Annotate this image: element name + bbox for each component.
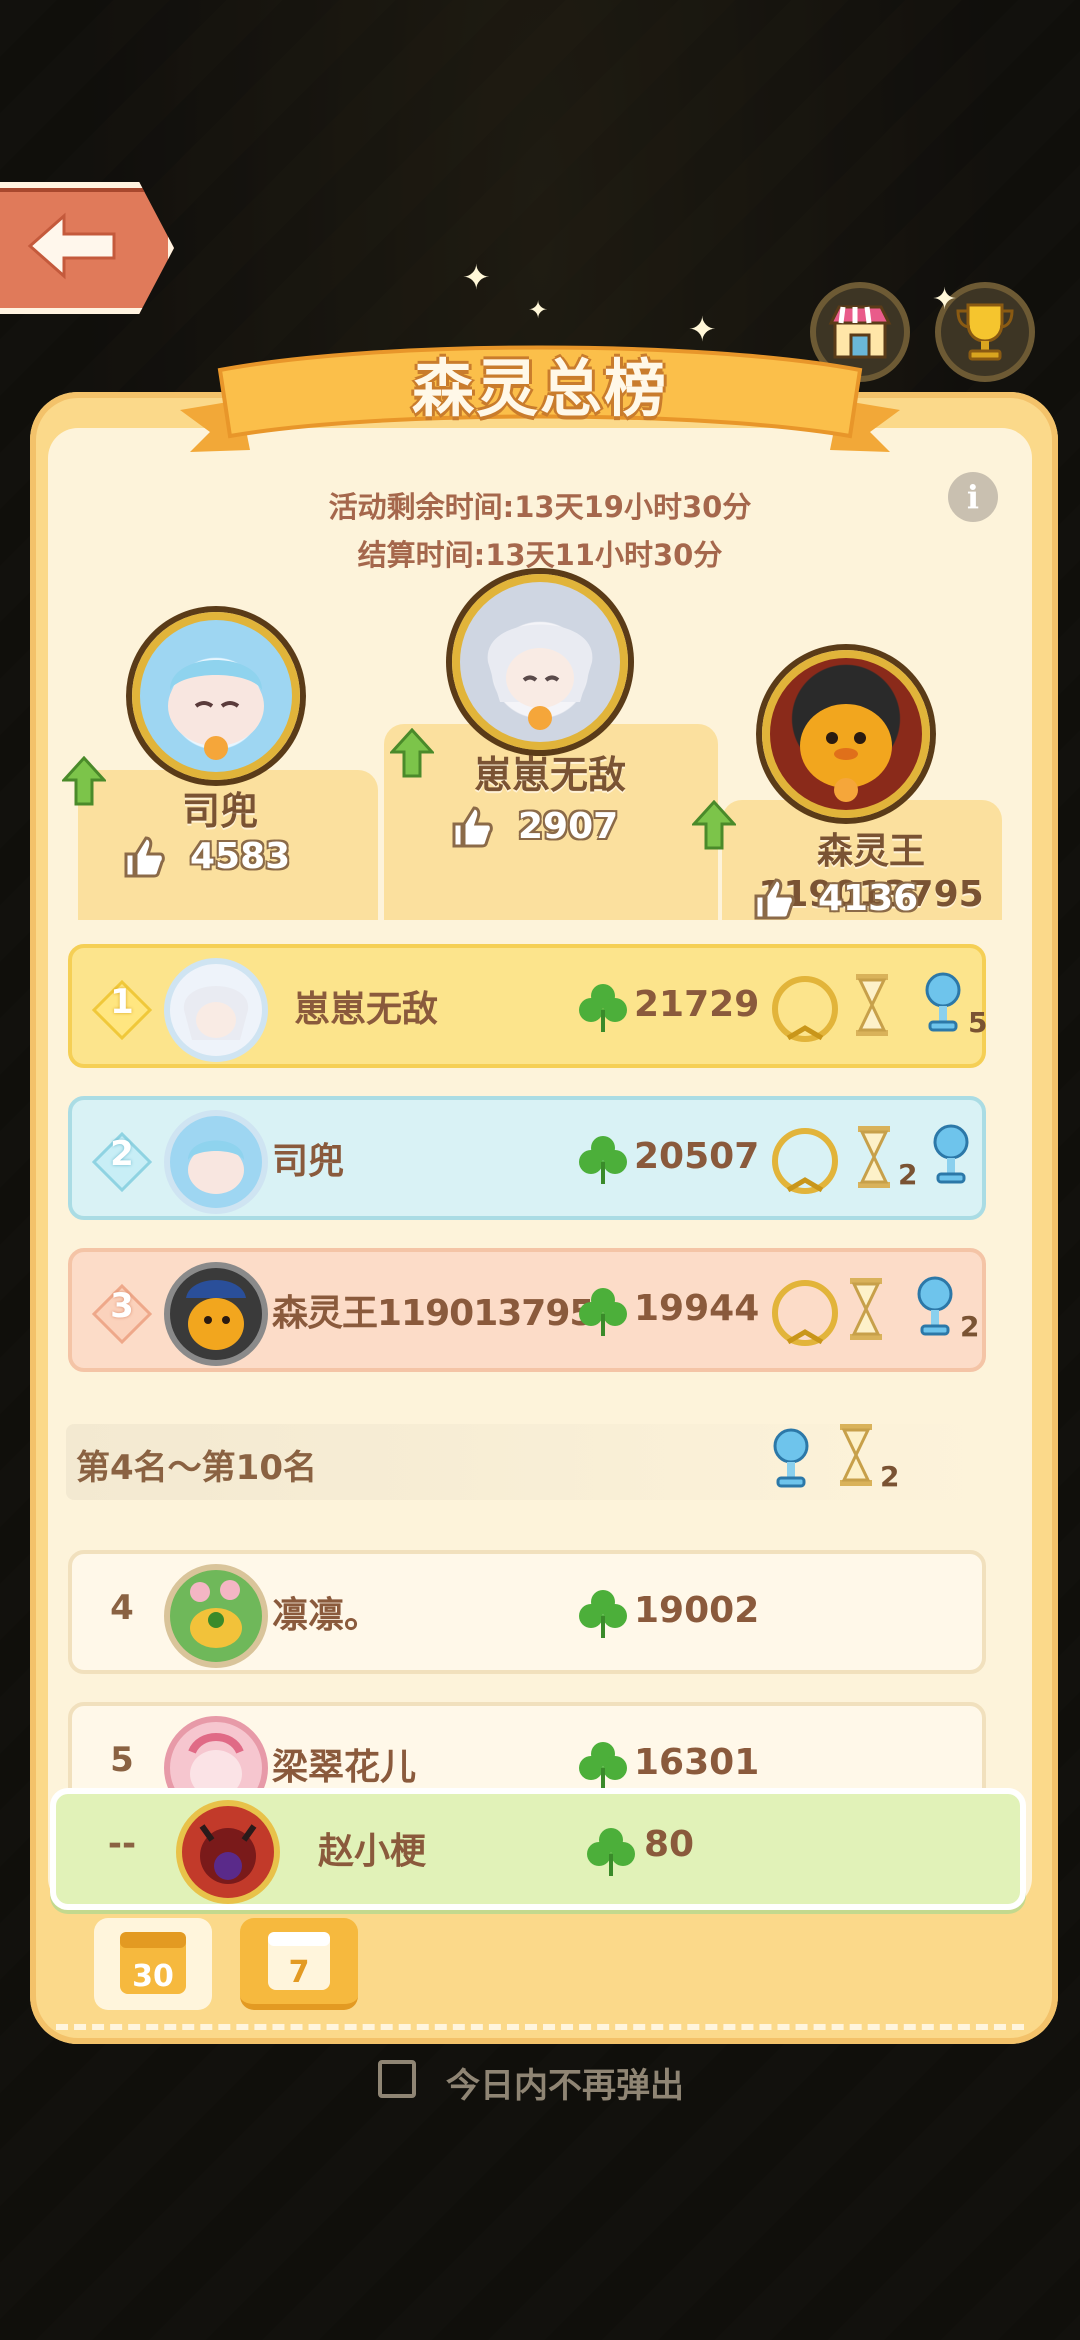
avatar-image bbox=[183, 986, 249, 1040]
remaining-time: 活动剩余时间:13天19小时30分 bbox=[328, 490, 752, 524]
clover-icon bbox=[579, 1742, 627, 1790]
rank-number: 5 bbox=[110, 1740, 134, 1780]
clover-icon bbox=[579, 1288, 627, 1336]
calendar-30-icon: 30 bbox=[120, 1932, 186, 1994]
cup-reward-icon bbox=[773, 1428, 809, 1488]
reward-count: 2 bbox=[880, 1460, 900, 1493]
avatar-image bbox=[186, 1280, 246, 1350]
cup-reward-icon bbox=[925, 972, 961, 1032]
like-icon[interactable] bbox=[120, 834, 166, 880]
player-name: 司兜 bbox=[272, 1141, 345, 1182]
score: 19002 bbox=[634, 1590, 760, 1631]
sparkle-icon: ✦ bbox=[462, 258, 491, 298]
avatar[interactable] bbox=[762, 650, 930, 818]
avatar-frame-reward-icon bbox=[772, 1128, 838, 1194]
tab-7-label: 7 bbox=[289, 1955, 310, 1990]
avatar-frame-reward-icon bbox=[772, 1280, 838, 1346]
player-name: 崽崽无敌 bbox=[294, 989, 439, 1030]
cup-reward-icon bbox=[917, 1276, 953, 1336]
tab-30-label: 30 bbox=[132, 1959, 174, 1994]
player-name: 梁翠花儿 bbox=[272, 1747, 417, 1788]
sparkle-icon: ✦ bbox=[528, 296, 549, 324]
my-rank-row[interactable]: -- 赵小梗 80 bbox=[50, 1788, 1026, 1910]
tab-7-days[interactable]: 7 bbox=[240, 1918, 358, 2010]
avatar-image bbox=[800, 704, 892, 802]
cup-reward-icon bbox=[933, 1124, 969, 1184]
reward-count: 2 bbox=[898, 1158, 918, 1191]
avatar[interactable] bbox=[132, 612, 300, 780]
hourglass-reward-icon bbox=[856, 974, 888, 1036]
avatar[interactable] bbox=[164, 1110, 268, 1214]
avatar[interactable] bbox=[176, 1800, 280, 1904]
avatar-frame-reward-icon bbox=[772, 976, 838, 1042]
clover-icon bbox=[579, 1590, 627, 1638]
clover-icon bbox=[579, 984, 627, 1032]
clover-icon bbox=[579, 1136, 627, 1184]
avatar-image bbox=[190, 1580, 242, 1648]
hourglass-reward-icon bbox=[840, 1424, 872, 1486]
avatar-image bbox=[199, 1824, 257, 1884]
back-arrow-icon bbox=[27, 212, 116, 280]
page-title: 森灵总榜 bbox=[411, 352, 668, 425]
podium-name: 司兜 bbox=[181, 789, 258, 833]
rank-row[interactable]: 2 司兜 20507 2 bbox=[68, 1096, 986, 1220]
like-count: 4583 bbox=[190, 836, 291, 877]
avatar[interactable] bbox=[164, 1262, 268, 1366]
podium-name: 崽崽无敌 bbox=[473, 753, 626, 797]
clover-icon bbox=[587, 1828, 635, 1876]
calendar-7-icon: 7 bbox=[268, 1932, 330, 1990]
dont-show-label[interactable]: 今日内不再弹出 bbox=[446, 2058, 684, 2107]
rank-up-arrow-icon bbox=[390, 728, 434, 778]
reward-count: 2 bbox=[960, 1310, 980, 1343]
rank-number: -- bbox=[107, 1824, 137, 1864]
info-button[interactable]: i bbox=[948, 472, 998, 522]
avatar-image bbox=[188, 1140, 244, 1194]
hourglass-reward-icon bbox=[850, 1278, 882, 1340]
avatar[interactable] bbox=[164, 1564, 268, 1668]
rank-number: 1 bbox=[110, 982, 134, 1022]
settle-time: 结算时间:13天11小时30分 bbox=[357, 538, 723, 572]
avatar-image bbox=[168, 660, 264, 760]
like-icon[interactable] bbox=[750, 876, 796, 922]
rank-row[interactable]: 4 凛凛。 19002 bbox=[68, 1550, 986, 1674]
rank-row[interactable]: 1 崽崽无敌 21729 5 bbox=[68, 944, 988, 1068]
like-count: 2907 bbox=[518, 806, 619, 847]
divider bbox=[56, 2024, 1024, 2030]
score: 16301 bbox=[634, 1742, 760, 1783]
sparkle-icon: ✦ bbox=[932, 282, 958, 317]
like-count: 4136 bbox=[818, 878, 919, 919]
avatar[interactable] bbox=[452, 574, 628, 750]
dont-show-checkbox[interactable] bbox=[378, 2060, 416, 2098]
rank-row[interactable]: 3 森灵王119013795 19944 2 bbox=[68, 1248, 986, 1372]
rank-number: 2 bbox=[110, 1134, 134, 1174]
score: 19944 bbox=[634, 1288, 760, 1329]
section-label: 第4名～第10名 bbox=[76, 1448, 317, 1488]
like-icon[interactable] bbox=[448, 804, 494, 850]
rank-up-arrow-icon bbox=[62, 756, 106, 806]
rank-number: 4 bbox=[110, 1588, 134, 1628]
avatar-image bbox=[487, 624, 593, 730]
hourglass-reward-icon bbox=[858, 1126, 890, 1188]
player-name: 森灵王119013795 bbox=[272, 1293, 594, 1334]
score: 21729 bbox=[634, 984, 760, 1025]
rank-number: 3 bbox=[110, 1286, 134, 1326]
score: 80 bbox=[644, 1824, 695, 1865]
tab-30-days[interactable]: 30 bbox=[94, 1918, 212, 2010]
avatar[interactable] bbox=[164, 958, 268, 1062]
player-name: 凛凛。 bbox=[272, 1595, 381, 1636]
player-name: 赵小梗 bbox=[318, 1831, 427, 1872]
reward-count: 5 bbox=[968, 1006, 988, 1039]
back-button[interactable] bbox=[0, 182, 174, 314]
score: 20507 bbox=[634, 1136, 760, 1177]
